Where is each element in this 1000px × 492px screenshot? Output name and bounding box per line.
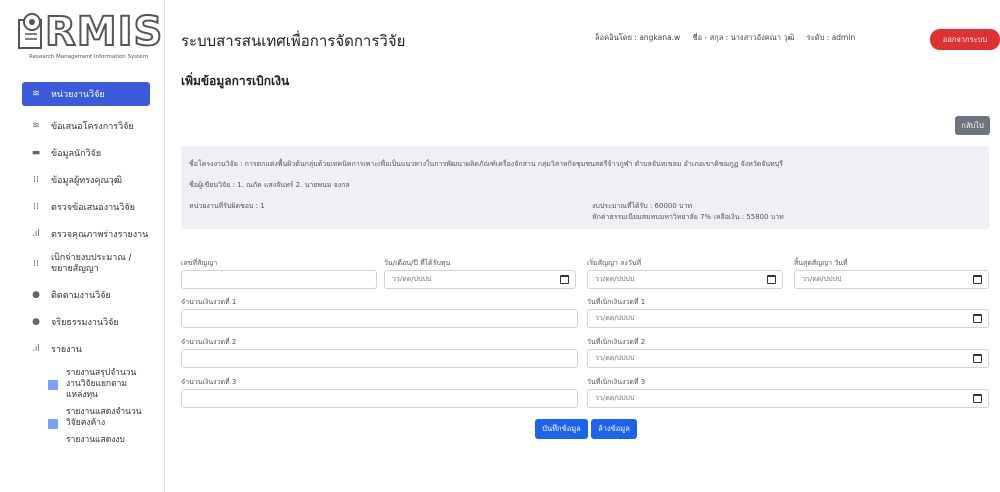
- sidebar-item-label: จริยธรรมงานวิจัย: [51, 317, 119, 328]
- date-placeholder: วว/ดด/ปปปป: [595, 314, 635, 322]
- user-level-label: ระดับ : admin: [806, 33, 856, 42]
- sidebar-item-experts[interactable]: ⁞⁞ ข้อมูลผู้ทรงคุณวุฒิ: [22, 166, 150, 193]
- project-name: ชื่อโครงงานวิจัย : การตกแต่งพื้นผิวด้นกล…: [189, 160, 783, 168]
- budget-after-fee: หักค่าธรรมเนียมสมทบมหาวิทยาลัย 7% เหลือเ…: [592, 213, 784, 221]
- date-3-input[interactable]: วว/ดด/ปปปป: [587, 389, 989, 408]
- sidebar-subitem-label: รายงานสรุปจำนวนงานวิจัยแยกตามแหล่งทุน: [66, 368, 137, 400]
- sidebar-item-researchers[interactable]: ▬ ข้อมูลนักวิจัย: [22, 139, 150, 166]
- contract-start-label: เริ่มสัญญา ลงวันที่: [587, 259, 642, 267]
- amount-3-label: จำนวนเงินงวดที่ 3: [181, 378, 237, 386]
- login-label: ล็อคอินโดย : angkana.w: [595, 33, 681, 42]
- user-info: ล็อคอินโดย : angkana.w ชื่อ - สกุล : นาง…: [595, 32, 865, 44]
- sidebar: RMIS Research Management Information Sys…: [0, 0, 165, 492]
- date-2-label: วันที่เบิกเงินงวดที่ 2: [587, 338, 646, 346]
- contract-end-label: สิ้นสุดสัญญา วันที่: [794, 259, 848, 267]
- page-title: เพิ่มข้อมูลการเบิกเงิน: [181, 74, 290, 88]
- sidebar-item-label: ตรวจคุณภาพร่างรายงาน: [51, 229, 149, 240]
- amount-2-label: จำนวนเงินงวดที่ 2: [181, 338, 237, 346]
- date-placeholder: วว/ดด/ปปปป: [802, 275, 842, 283]
- sidebar-item-label: ข้อเสนอโครงการวิจัย: [51, 121, 134, 132]
- calendar-icon[interactable]: [973, 394, 982, 403]
- date-received-input[interactable]: วว/ดด/ปปปป: [384, 270, 576, 289]
- contract-start-input[interactable]: วว/ดด/ปปปป: [587, 270, 783, 289]
- researchers: ชื่อผู้เขียนวิจัย : 1. ณภัค แสงจันทร์ 2.…: [189, 181, 350, 189]
- layers-icon: ≋: [32, 89, 40, 99]
- sidebar-item-label: ข้อมูลผู้ทรงคุณวุฒิ: [51, 175, 122, 186]
- date-2-input[interactable]: วว/ดด/ปปปป: [587, 349, 989, 368]
- sidebar-item-proposals[interactable]: ≋ ข้อเสนอโครงการวิจัย: [22, 112, 150, 139]
- sidebar-subitem-report-budget[interactable]: รายงานแสดงงบ: [22, 435, 150, 446]
- sidebar-item-disbursement[interactable]: ⁞⁞ เบิกจ่ายงบประมาณ / ขยายสัญญา: [22, 247, 150, 281]
- budget-received: งบประมาณที่ได้รับ : 60000 บาท: [592, 202, 693, 210]
- rmis-logo[interactable]: RMIS Research Management Information Sys…: [15, 8, 163, 68]
- grid-icon: ⁞⁞: [33, 201, 39, 212]
- calendar-icon[interactable]: [973, 354, 982, 363]
- amount-2-input[interactable]: [181, 349, 578, 368]
- bar-chart-icon: .ıl: [32, 228, 40, 239]
- logo-gear-icon: [18, 13, 42, 49]
- logo-text: RMIS: [44, 9, 164, 55]
- sidebar-item-tracking[interactable]: ● ติดตามงานวิจัย: [22, 281, 150, 308]
- amount-3-input[interactable]: [181, 389, 578, 408]
- sidebar-item-reports[interactable]: .ıl รายงาน: [22, 335, 150, 362]
- app-title: ระบบสารสนเทศเพื่อการจัดการวิจัย: [181, 32, 406, 50]
- calendar-icon[interactable]: [973, 314, 982, 323]
- amount-1-input[interactable]: [181, 309, 578, 328]
- sidebar-item-label: ติดตามงานวิจัย: [51, 290, 111, 301]
- contract-no-input[interactable]: [181, 270, 377, 289]
- back-button[interactable]: กลับไป: [955, 116, 990, 135]
- date-placeholder: วว/ดด/ปปปป: [392, 275, 432, 283]
- logo-subtitle: Research Management Information System: [29, 54, 149, 60]
- sidebar-item-label: ข้อมูลนักวิจัย: [51, 148, 102, 159]
- sidebar-item-label: หน่วยงานวิจัย: [51, 90, 105, 100]
- date-placeholder: วว/ดด/ปปปป: [595, 275, 635, 283]
- date-1-label: วันที่เบิกเงินงวดที่ 1: [587, 298, 646, 306]
- user-name-label: ชื่อ - สกุล : นางสาวอังคณา วุฒิ: [692, 33, 795, 42]
- sidebar-nav: ≋ หน่วยงานวิจัย ≋ ข้อเสนอโครงการวิจัย ▬ …: [22, 82, 150, 446]
- sidebar-subitem-label: รายงานแสดงจำนวนวิจัยคงค้าง: [66, 407, 142, 428]
- calendar-icon[interactable]: [560, 275, 569, 284]
- grid-icon: ⁞⁞: [33, 258, 39, 269]
- sidebar-subitem-label: รายงานแสดงงบ: [66, 435, 125, 445]
- report-icon: [48, 419, 58, 429]
- sidebar-item-review-proposals[interactable]: ⁞⁞ ตรวจข้อเสนองานวิจัย: [22, 193, 150, 220]
- sidebar-item-quality-check[interactable]: .ıl ตรวจคุณภาพร่างรายงาน: [22, 220, 150, 247]
- grid-icon: ⁞⁞: [33, 174, 39, 185]
- report-icon: [48, 380, 58, 390]
- date-1-input[interactable]: วว/ดด/ปปปป: [587, 309, 989, 328]
- logout-button[interactable]: ออกจากระบบ: [930, 29, 1000, 50]
- sidebar-item-label: รายงาน: [51, 344, 82, 355]
- date-received-label: วัน/เดือน/ปี ที่ได้รับทุน: [384, 259, 451, 267]
- drop-icon: ●: [32, 316, 40, 327]
- date-placeholder: วว/ดด/ปปปป: [595, 354, 635, 362]
- project-info-panel: ชื่อโครงงานวิจัย : การตกแต่งพื้นผิวด้นกล…: [181, 146, 989, 229]
- responsible-unit: หน่วยงานที่รับผิดชอบ : 1: [189, 202, 265, 210]
- date-placeholder: วว/ดด/ปปปป: [595, 394, 635, 402]
- bar-chart-icon: .ıl: [32, 343, 40, 354]
- circle-icon: ●: [32, 289, 40, 300]
- layers-icon: ≋: [32, 120, 40, 131]
- clear-button[interactable]: ล้างข้อมูล: [591, 419, 637, 439]
- calendar-icon[interactable]: [767, 275, 776, 284]
- sidebar-item-research-unit[interactable]: ≋ หน่วยงานวิจัย: [22, 82, 150, 106]
- sidebar-item-label: เบิกจ่ายงบประมาณ / ขยายสัญญา: [51, 253, 132, 274]
- sidebar-subitem-report-pending[interactable]: รายงานแสดงจำนวนวิจัยคงค้าง: [22, 407, 150, 429]
- sidebar-item-ethics[interactable]: ● จริยธรรมงานวิจัย: [22, 308, 150, 335]
- contract-end-input[interactable]: วว/ดด/ปปปป: [794, 270, 989, 289]
- date-3-label: วันที่เบิกเงินงวดที่ 3: [587, 378, 646, 386]
- inbox-icon: ▬: [31, 147, 41, 158]
- sidebar-subitem-report-by-fund[interactable]: รายงานสรุปจำนวนงานวิจัยแยกตามแหล่งทุน: [22, 368, 150, 401]
- contract-no-label: เลขที่สัญญา: [181, 259, 218, 267]
- amount-1-label: จำนวนเงินงวดที่ 1: [181, 298, 237, 306]
- calendar-icon[interactable]: [973, 275, 982, 284]
- sidebar-item-label: ตรวจข้อเสนองานวิจัย: [51, 202, 135, 213]
- save-button[interactable]: บันทึกข้อมูล: [535, 419, 588, 439]
